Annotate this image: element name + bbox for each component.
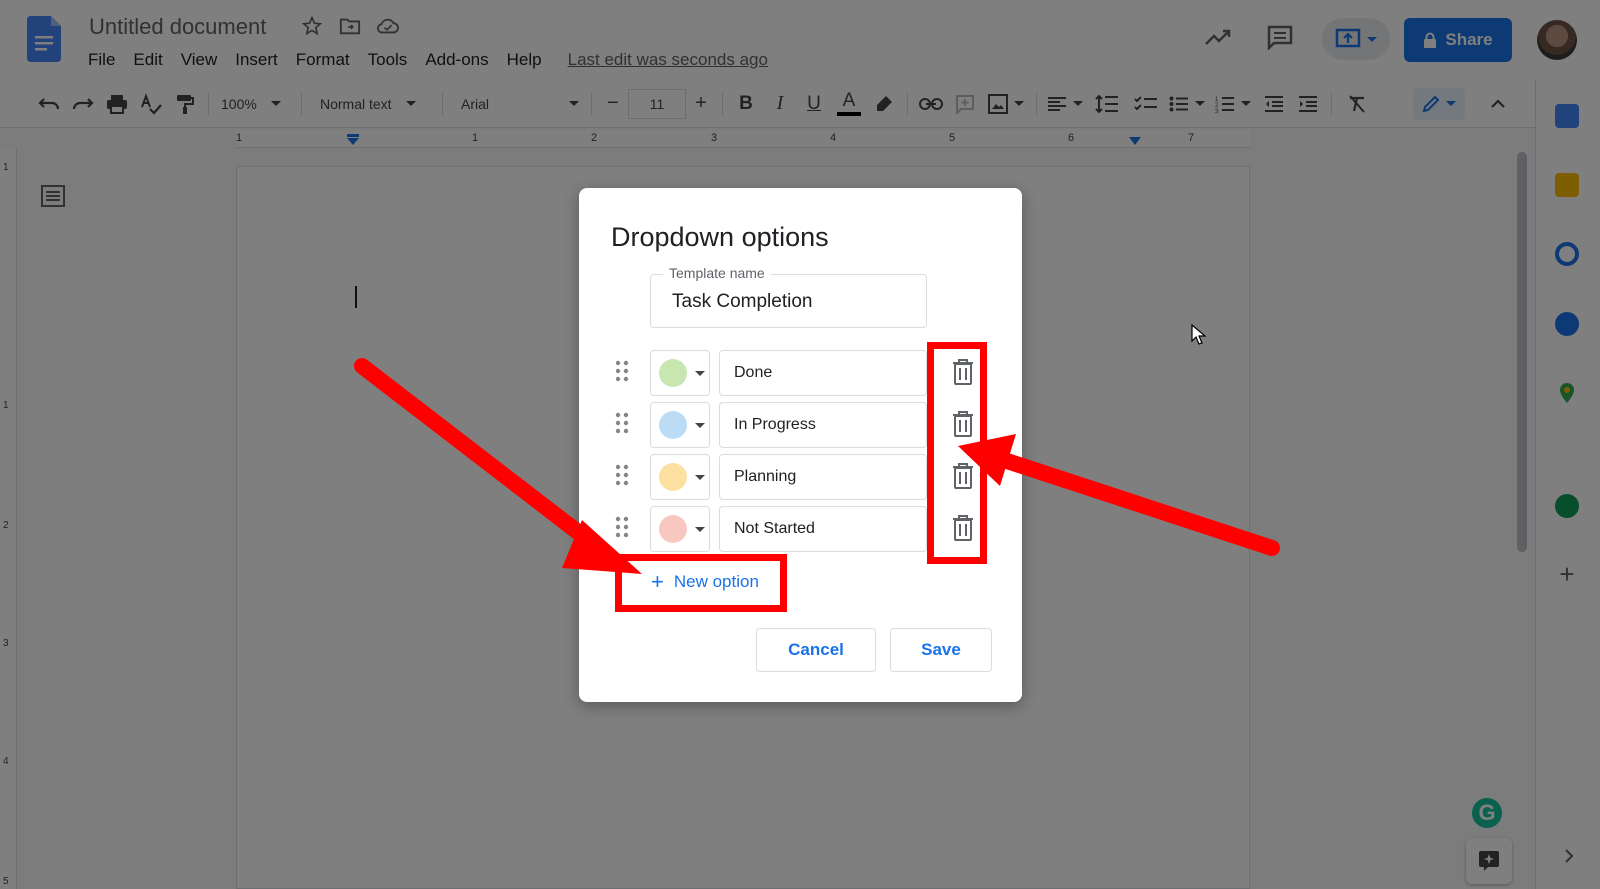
option-label-input[interactable]: Planning — [719, 454, 927, 500]
color-swatch — [659, 411, 687, 439]
drag-handle-icon[interactable] — [615, 360, 629, 382]
cancel-button[interactable]: Cancel — [756, 628, 876, 672]
save-button[interactable]: Save — [890, 628, 992, 672]
new-option-highlight-box — [615, 554, 787, 612]
delete-icons-highlight-box — [927, 342, 987, 564]
option-label-input[interactable]: In Progress — [719, 402, 927, 448]
dialog-title: Dropdown options — [611, 222, 829, 252]
option-color-picker[interactable] — [650, 454, 710, 500]
chevron-down-icon — [695, 474, 705, 480]
drag-handle-icon[interactable] — [615, 464, 629, 486]
chevron-down-icon — [695, 370, 705, 376]
drag-handle-icon[interactable] — [615, 412, 629, 434]
option-color-picker[interactable] — [650, 506, 710, 552]
option-label-input[interactable]: Done — [719, 350, 927, 396]
template-name-field[interactable]: Template name Task Completion — [650, 265, 927, 328]
option-color-picker[interactable] — [650, 402, 710, 448]
color-swatch — [659, 463, 687, 491]
color-swatch — [659, 359, 687, 387]
color-swatch — [659, 515, 687, 543]
template-name-label: Template name — [663, 265, 771, 281]
template-name-value: Task Completion — [672, 291, 813, 312]
drag-handle-icon[interactable] — [615, 516, 629, 538]
chevron-down-icon — [695, 422, 705, 428]
mouse-pointer-icon — [1191, 324, 1207, 345]
chevron-down-icon — [695, 526, 705, 532]
option-label-input[interactable]: Not Started — [719, 506, 927, 552]
option-color-picker[interactable] — [650, 350, 710, 396]
